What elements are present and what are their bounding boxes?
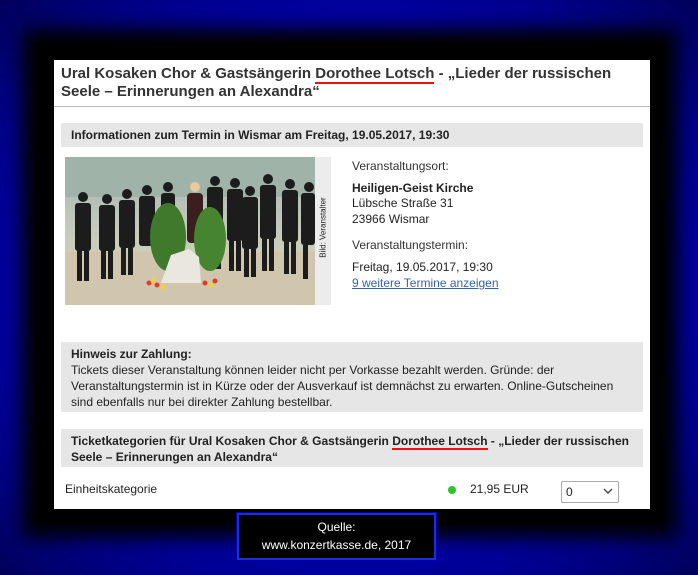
ticket-header-prefix: Ticketkategorien für Ural Kosaken Chor &…	[71, 434, 393, 448]
title-prefix: Ural Kosaken Chor & Gastsängerin	[61, 65, 316, 82]
event-panel: Ural Kosaken Chor & Gastsängerin Dorothe…	[54, 60, 650, 509]
event-photo: Bild: Veranstalter	[65, 157, 331, 305]
title-artist-name: Dorothee Lotsch	[315, 65, 435, 84]
ticket-category-name: Einheitskategorie	[65, 482, 158, 496]
source-caption: Quelle: www.konzertkasse.de, 2017	[237, 513, 436, 560]
info-header: Informationen zum Termin in Wismar am Fr…	[71, 128, 450, 142]
title-divider	[54, 106, 650, 107]
ticket-categories-header: Ticketkategorien für Ural Kosaken Chor &…	[71, 433, 631, 465]
chevron-down-icon	[603, 488, 613, 494]
payment-notice-title: Hinweis zur Zahlung:	[71, 347, 192, 361]
source-url: www.konzertkasse.de, 2017	[261, 538, 412, 552]
payment-notice-body: Tickets dieser Veranstaltung können leid…	[71, 363, 614, 409]
availability-indicator	[448, 486, 456, 494]
date-value: Freitag, 19.05.2017, 19:30	[352, 260, 493, 274]
source-label: Quelle:	[317, 520, 356, 534]
photo-credit-strip: Bild: Veranstalter	[315, 157, 331, 305]
info-header-bar: Informationen zum Termin in Wismar am Fr…	[61, 123, 643, 147]
venue-label: Veranstaltungsort:	[352, 159, 449, 173]
venue-name: Heiligen-Geist Kirche	[352, 181, 474, 195]
ticket-categories-header-bar: Ticketkategorien für Ural Kosaken Chor &…	[61, 429, 643, 467]
choir-photo-illustration	[65, 157, 331, 305]
more-dates-link[interactable]: 9 weitere Termine anzeigen	[352, 276, 499, 290]
quantity-select[interactable]: 0	[561, 481, 619, 503]
photo-credit: Bild: Veranstalter	[318, 197, 328, 258]
payment-notice: Hinweis zur Zahlung: Tickets dieser Vera…	[61, 342, 643, 412]
ticket-header-artist-name: Dorothee Lotsch	[392, 434, 488, 450]
venue-city: 23966 Wismar	[352, 212, 430, 226]
quantity-value: 0	[566, 485, 573, 499]
venue-street: Lübsche Straße 31	[352, 196, 454, 210]
date-label: Veranstaltungstermin:	[352, 238, 469, 252]
ticket-price: 21,95 EUR	[470, 482, 529, 496]
event-title: Ural Kosaken Chor & Gastsängerin Dorothe…	[61, 65, 641, 101]
